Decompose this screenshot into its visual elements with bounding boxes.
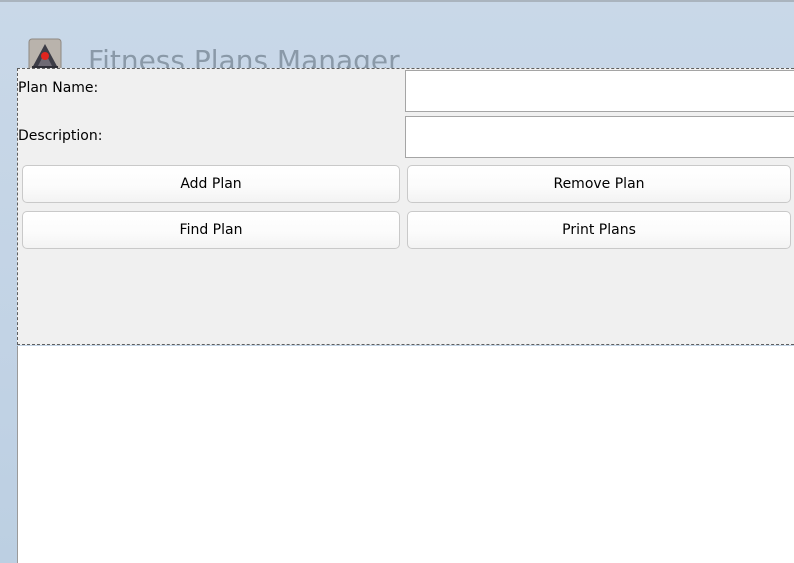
print-plans-button[interactable]: Print Plans xyxy=(407,211,791,249)
description-label: Description: xyxy=(18,128,103,144)
plan-name-input[interactable] xyxy=(405,70,794,112)
plans-list-area[interactable] xyxy=(17,346,794,563)
find-plan-button[interactable]: Find Plan xyxy=(22,211,400,249)
add-plan-button[interactable]: Add Plan xyxy=(22,165,400,203)
description-input[interactable] xyxy=(405,116,794,158)
plan-name-label: Plan Name: xyxy=(18,80,99,96)
title-bar[interactable]: Fitness Plans Manager xyxy=(0,2,794,77)
remove-plan-button[interactable]: Remove Plan xyxy=(407,165,791,203)
input-panel: Plan Name: Description: Add Plan Remove … xyxy=(17,68,794,345)
java-cup-icon xyxy=(28,38,62,72)
